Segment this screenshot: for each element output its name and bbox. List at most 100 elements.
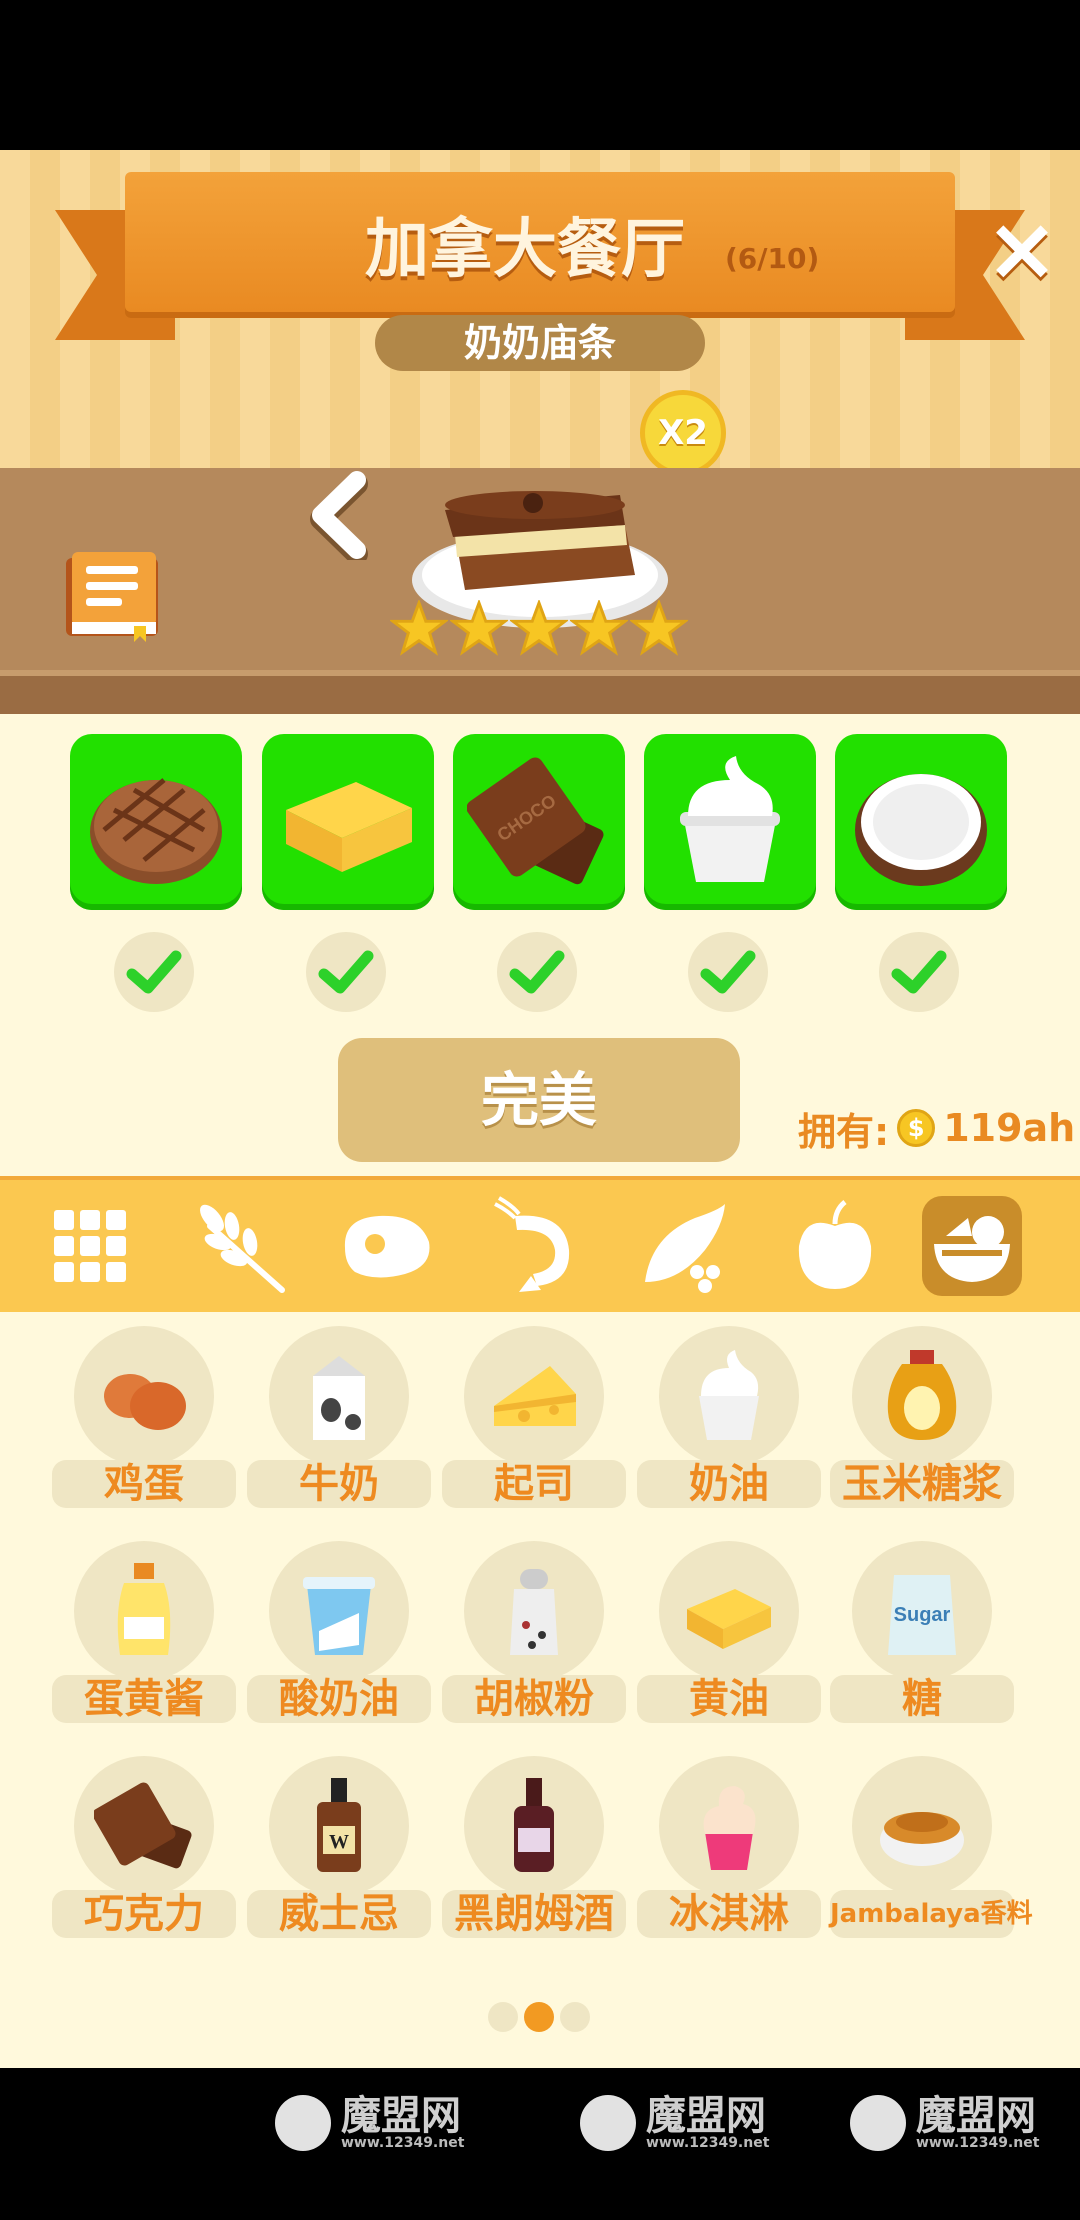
ingredient-circle <box>74 1541 214 1681</box>
recipe-book-icon[interactable] <box>62 550 162 642</box>
coconut-icon <box>855 774 987 886</box>
cream-icon <box>699 1350 759 1440</box>
recipe-slot-2[interactable] <box>262 734 434 910</box>
back-arrow-icon[interactable] <box>305 470 375 560</box>
chocolate-icon: CHOCO <box>467 757 604 885</box>
ingredient-label: 巧克力 <box>52 1890 236 1938</box>
check-1 <box>114 932 194 1012</box>
bowl-icon[interactable] <box>922 1196 1022 1296</box>
ingredient-label: 威士忌 <box>247 1890 431 1938</box>
recipe-slot-5[interactable] <box>835 734 1007 910</box>
grid-icon[interactable] <box>40 1196 140 1296</box>
dish-shelf <box>0 670 1080 714</box>
eggs-icon <box>104 1374 186 1430</box>
ingredient-circle <box>659 1541 799 1681</box>
page-dot-1[interactable] <box>488 2002 518 2032</box>
ingredient-cream[interactable]: 奶油 <box>637 1326 821 1516</box>
recipe-slot-1[interactable] <box>70 734 242 910</box>
star-icon <box>570 600 628 656</box>
ingredient-milk[interactable]: 牛奶 <box>247 1326 431 1516</box>
perfect-button[interactable]: 完美 <box>338 1038 740 1162</box>
apple-icon[interactable] <box>785 1196 885 1296</box>
coin-icon: $ <box>897 1109 936 1147</box>
check-3 <box>497 932 577 1012</box>
watermark-logo-icon <box>850 2095 906 2151</box>
watermark-logo-icon <box>275 2095 331 2151</box>
ingredient-pepper[interactable]: 胡椒粉 <box>442 1541 626 1731</box>
cheese-icon <box>494 1366 576 1426</box>
page-dot-3[interactable] <box>560 2002 590 2032</box>
ingredient-circle <box>852 1756 992 1896</box>
ingredient-butter[interactable]: 黄油 <box>637 1541 821 1731</box>
ingredient-label: 牛奶 <box>247 1460 431 1508</box>
ingredient-circle: Sugar <box>852 1541 992 1681</box>
dish-name: 奶奶庙条 <box>375 315 705 371</box>
ingredient-cheese[interactable]: 起司 <box>442 1326 626 1516</box>
whisky-icon: W <box>317 1778 361 1872</box>
owned-coins: 拥有: $ 119ah <box>798 1100 1075 1156</box>
ingredient-ice-cream[interactable]: 冰淇淋 <box>637 1756 821 1946</box>
ingredient-corn-syrup[interactable]: 玉米糖浆 <box>830 1326 1014 1516</box>
ingredient-circle <box>659 1326 799 1466</box>
ice-cream-icon <box>703 1786 756 1870</box>
ingredient-sour-cream[interactable]: 酸奶油 <box>247 1541 431 1731</box>
ingredient-chocolate[interactable]: 巧克力 <box>52 1756 236 1946</box>
check-icon <box>126 950 182 994</box>
wheat-icon[interactable] <box>190 1196 290 1296</box>
recipe-slot-3[interactable]: CHOCO <box>453 734 625 910</box>
ingredient-label: 胡椒粉 <box>442 1675 626 1723</box>
ingredient-circle <box>74 1326 214 1466</box>
ingredient-label: 糖 <box>830 1675 1014 1723</box>
ingredient-label: 玉米糖浆 <box>830 1460 1014 1508</box>
pepper-icon <box>510 1569 558 1655</box>
star-icon <box>390 600 448 656</box>
pagination <box>488 2002 590 2032</box>
ingredient-circle <box>464 1541 604 1681</box>
ingredient-circle <box>74 1756 214 1896</box>
corn-syrup-icon <box>887 1350 957 1440</box>
chocolate-icon <box>94 1782 192 1869</box>
check-icon <box>700 950 756 994</box>
watermark: 魔盟网 www.12349.net <box>850 2095 1039 2151</box>
ingredient-spice[interactable]: Jambalaya香料 <box>830 1756 1033 1946</box>
sour-cream-icon <box>303 1577 375 1655</box>
header: 加拿大餐厅 (6/10) × 奶奶庙条 X2 <box>0 150 1080 476</box>
watermark: 魔盟网 www.12349.net <box>275 2095 464 2151</box>
ingredient-eggs[interactable]: 鸡蛋 <box>52 1326 236 1516</box>
star-icon <box>510 600 568 656</box>
butter-icon <box>687 1589 771 1649</box>
ingredient-label: 起司 <box>442 1460 626 1508</box>
watermark: 魔盟网 www.12349.net <box>580 2095 769 2151</box>
ingredient-sugar[interactable]: Sugar 糖 <box>830 1541 1014 1731</box>
rum-icon <box>514 1778 554 1872</box>
check-icon <box>509 950 565 994</box>
watermark-text: 魔盟网 <box>341 2093 461 2139</box>
ingredient-label: 蛋黄酱 <box>52 1675 236 1723</box>
ingredient-label: 鸡蛋 <box>52 1460 236 1508</box>
check-2 <box>306 932 386 1012</box>
milk-icon <box>313 1356 365 1440</box>
peas-icon[interactable] <box>635 1196 735 1296</box>
multiplier-badge[interactable]: X2 <box>640 390 726 476</box>
ingredient-rum[interactable]: 黑朗姆酒 <box>442 1756 626 1946</box>
meat-icon[interactable] <box>335 1196 435 1296</box>
watermark-text: 魔盟网 <box>646 2093 766 2139</box>
recipe-slot-4[interactable] <box>644 734 816 910</box>
watermark-url: www.12349.net <box>341 2135 465 2151</box>
spice-icon <box>880 1812 964 1866</box>
owned-label: 拥有: <box>798 1109 890 1154</box>
ingredient-whisky[interactable]: W 威士忌 <box>247 1756 431 1946</box>
ingredient-circle <box>852 1326 992 1466</box>
ingredient-circle <box>269 1541 409 1681</box>
ingredient-circle <box>659 1756 799 1896</box>
owned-value: 119ah <box>943 1106 1076 1150</box>
page-dot-2[interactable] <box>524 2002 554 2032</box>
shrimp-icon[interactable] <box>485 1196 585 1296</box>
ingredient-label: Jambalaya香料 <box>830 1890 1033 1938</box>
watermark-text: 魔盟网 <box>916 2093 1036 2139</box>
ingredient-mayo[interactable]: 蛋黄酱 <box>52 1541 236 1731</box>
ingredient-label: 冰淇淋 <box>637 1890 821 1938</box>
rating-stars <box>390 600 690 670</box>
close-button[interactable]: × <box>985 205 1059 293</box>
bread-icon <box>90 778 222 884</box>
